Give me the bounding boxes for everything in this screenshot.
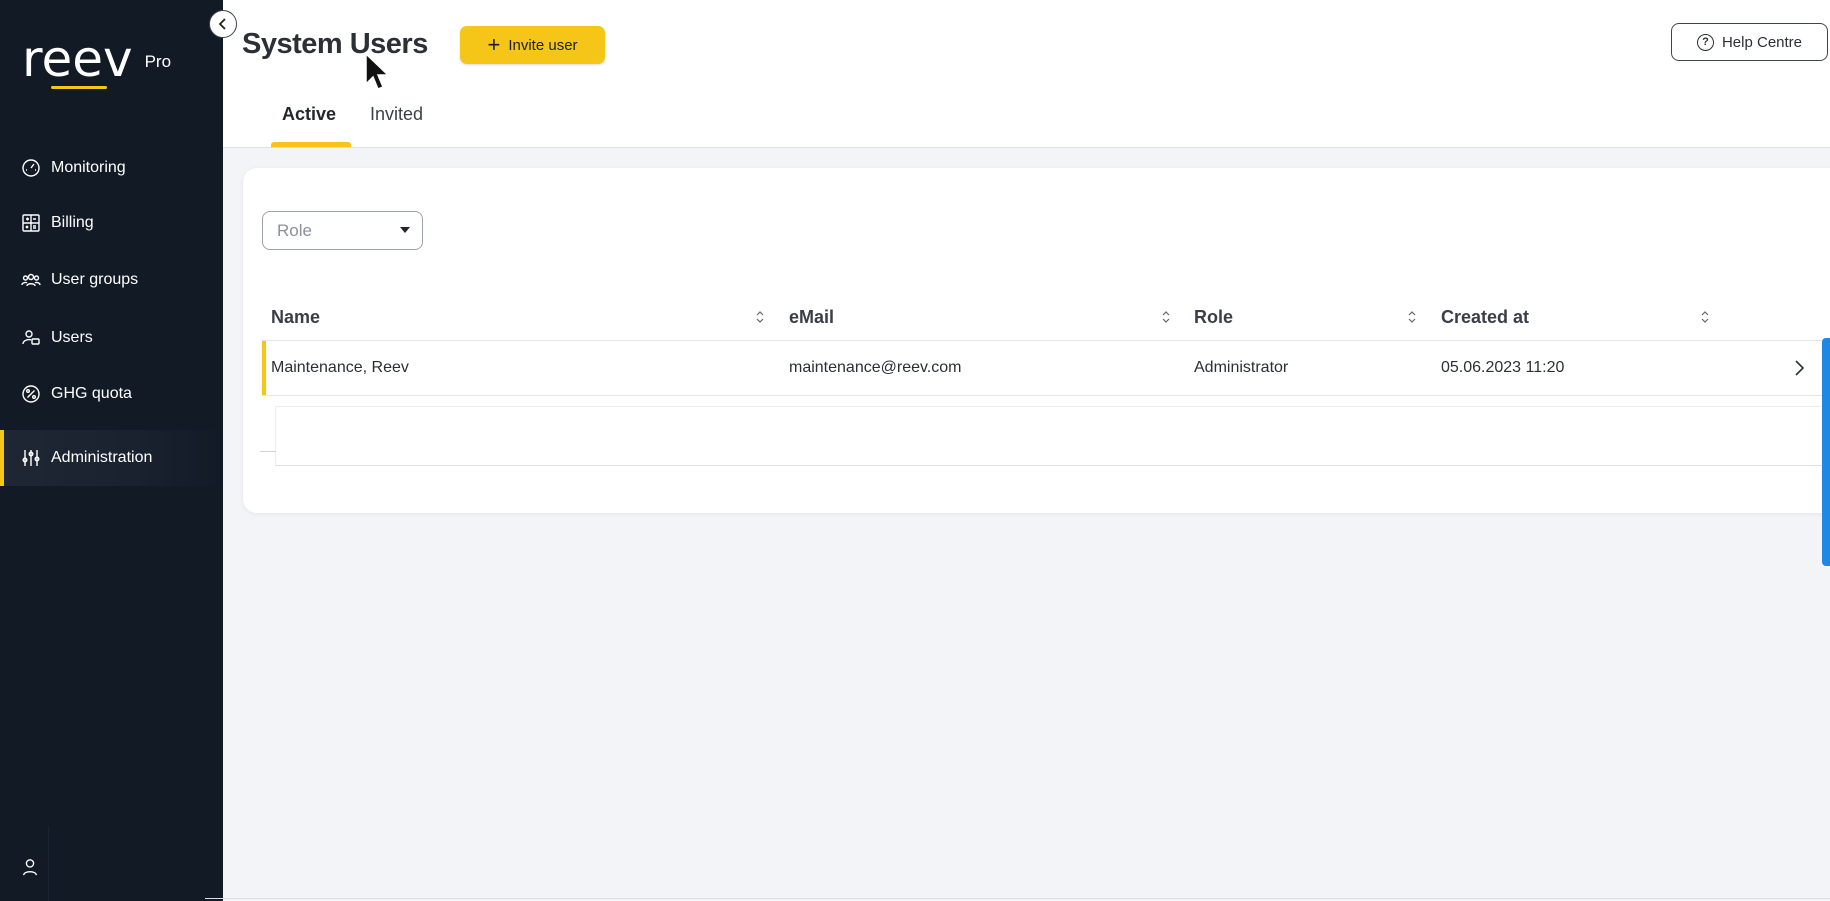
invite-user-label: Invite user [508,36,578,54]
sidebar-item-label: Users [51,329,93,346]
sort-icon[interactable] [1700,309,1710,325]
cell-created-at: 05.06.2023 11:20 [1441,359,1565,376]
sidebar-item-ghg-quota[interactable]: GHG quota [0,366,223,422]
logo-underline [51,86,107,89]
brand-name: reev [22,30,133,88]
cell-role: Administrator [1194,359,1289,376]
caret-down-icon [400,227,410,233]
brand-logo[interactable]: reev Pro [22,34,171,84]
sort-icon[interactable] [755,309,765,325]
table-row[interactable]: Maintenance, Reev maintenance@reev.com A… [262,340,1830,396]
sidebar-item-label: Administration [51,449,153,466]
column-header-email[interactable]: eMail [789,307,834,328]
column-header-created-at[interactable]: Created at [1441,307,1529,328]
sidebar-item-user-groups[interactable]: User groups [0,252,223,308]
table-empty-row [275,406,1830,466]
sort-icon[interactable] [1161,309,1171,325]
profile-button[interactable] [12,852,48,882]
user-icon [23,859,37,876]
users-table-card: Role Name eMail Role Created at Maintena… [243,168,1830,513]
profile-divider [48,826,49,901]
bottom-divider [205,898,1830,899]
sidebar-item-billing[interactable]: Billing [0,195,223,251]
sidebar-item-monitoring[interactable]: Monitoring [0,140,223,196]
tab-indicator [271,142,351,147]
scrollbar-accent[interactable] [1822,338,1830,566]
collapse-sidebar-button[interactable] [209,10,237,38]
cell-name: Maintenance, Reev [271,359,409,376]
sidebar-item-users[interactable]: Users [0,310,223,366]
page-title: System Users [242,28,428,60]
tab-invited[interactable]: Invited [370,104,423,125]
sidebar-item-label: Billing [51,214,94,231]
role-filter-placeholder: Role [277,220,312,240]
percent-leaf-icon [20,383,42,405]
brand-tier: Pro [144,52,172,71]
calculator-icon [20,212,42,234]
sidebar-item-label: User groups [51,271,139,288]
sidebar-item-label: Monitoring [51,159,126,176]
role-filter-select[interactable]: Role [262,211,423,250]
table-empty-mark [260,451,276,452]
gauge-icon [20,157,42,179]
header-topline [701,0,1641,3]
plus-icon: + [487,32,501,57]
sort-icon[interactable] [1407,309,1417,325]
column-header-role[interactable]: Role [1194,307,1233,328]
sidebar-item-label: GHG quota [51,385,132,402]
invite-user-button[interactable]: + Invite user [460,26,605,64]
help-centre-button[interactable]: ? Help Centre [1671,23,1828,61]
chevron-left-icon [218,18,226,30]
sidebar: reev Pro Monitoring Billing User groups [0,0,223,901]
column-header-name[interactable]: Name [271,307,320,328]
help-icon: ? [1696,33,1714,51]
page-header: System Users + Invite user ? Help Centre… [223,0,1830,148]
chevron-right-icon[interactable] [1792,358,1808,378]
tab-active[interactable]: Active [282,104,336,125]
help-centre-label: Help Centre [1721,33,1803,51]
sidebar-item-administration[interactable]: Administration [0,430,223,486]
cell-email: maintenance@reev.com [789,359,962,376]
sliders-icon [20,447,42,469]
user-group-icon [20,269,42,291]
user-card-icon [20,327,42,349]
